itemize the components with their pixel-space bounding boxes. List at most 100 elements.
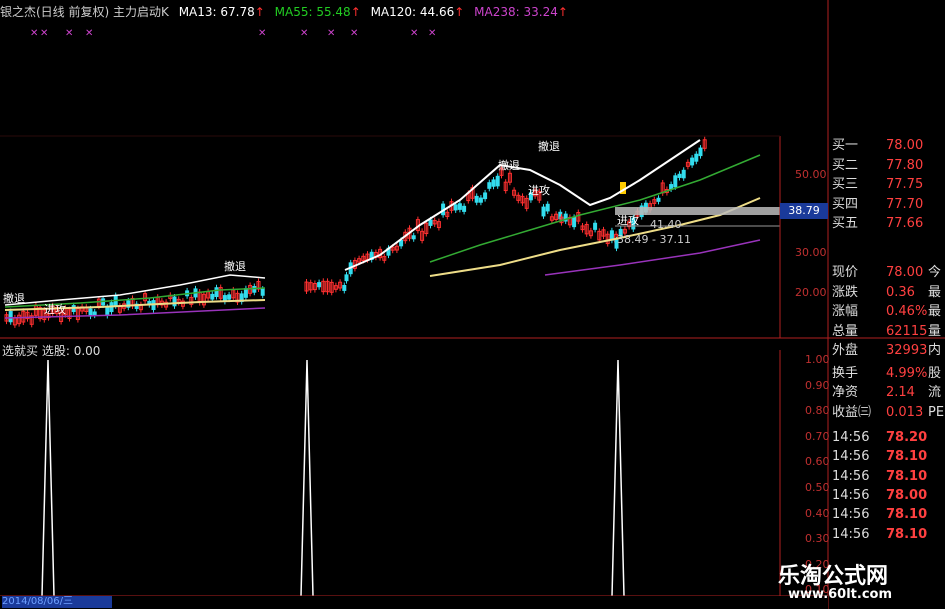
stat-row-label: 换手 xyxy=(832,365,859,381)
stat-row: 总量 62115 量 xyxy=(828,322,945,341)
candle-body xyxy=(572,216,577,228)
candle-body xyxy=(541,206,546,217)
order-book-row: 买二 77.80 xyxy=(828,156,945,175)
stat-row: 外盘 32993 内 xyxy=(828,341,945,360)
candle-body xyxy=(411,235,416,240)
stat-row-extra: 流 xyxy=(928,385,942,400)
candle-body xyxy=(698,147,703,157)
candle-body xyxy=(453,204,458,211)
candle-body xyxy=(669,184,674,190)
up-arrow-icon: ↑ xyxy=(454,5,465,19)
stat-row-value: 0.36 xyxy=(886,284,915,300)
stat-row-extra: PE xyxy=(928,404,945,420)
indicator-value: 选股: 0.00 xyxy=(41,344,101,358)
indicator-axis-label: 0.30 xyxy=(805,532,830,546)
candle-body xyxy=(673,175,678,188)
stat-row-value: 62115 xyxy=(886,323,928,339)
candle-body xyxy=(478,197,483,203)
candle-body xyxy=(681,169,686,179)
candle-body xyxy=(545,203,550,212)
tick-row: 14:56 78.10 xyxy=(828,525,945,544)
signal-marker: ✕ xyxy=(410,28,418,39)
stat-row: 涨跌 0.36 最 xyxy=(828,283,945,302)
stat-row-extra: 今 xyxy=(928,265,942,280)
order-book-row: 买五 77.66 xyxy=(828,214,945,233)
candle-body xyxy=(92,311,97,316)
order-book-row-label: 买三 xyxy=(832,177,859,192)
candle-body xyxy=(105,306,110,316)
stat-row: 换手 4.99% 股 xyxy=(828,364,945,383)
candle-body xyxy=(656,197,661,202)
candle-body xyxy=(483,192,488,200)
tick-row-value: 78.00 xyxy=(886,487,928,503)
watermark-url: www.60lt.com xyxy=(788,587,893,602)
stat-row-label: 涨跌 xyxy=(832,284,859,300)
candle-body xyxy=(243,288,248,298)
stock-chart[interactable]: ✕ ✕ ✕ ✕ ✕ ✕ ✕ ✕ ✕ ✕ xyxy=(0,0,945,609)
stat-row: 涨幅 0.46% 最 xyxy=(828,302,945,321)
price-axis-label: 20.00 xyxy=(795,286,827,299)
candle-body xyxy=(495,175,500,187)
indicator-axis-label: 0.40 xyxy=(805,506,830,520)
indicator-title: 选就买 选股: 0.00 xyxy=(2,342,100,359)
stat-row-extra: 最 xyxy=(928,304,942,319)
order-book-row-label: 买二 xyxy=(832,157,859,173)
candle-body xyxy=(694,153,699,162)
order-book-row-value: 77.80 xyxy=(886,157,924,173)
stat-row-label: 现价 xyxy=(832,265,859,280)
order-book-row-value: 77.70 xyxy=(886,196,924,212)
price-axis-label: 30.00 xyxy=(795,246,827,259)
stat-row-value: 0.46% xyxy=(886,304,928,319)
candle-body xyxy=(487,182,492,189)
date-axis-start: 2014/08/06/三 xyxy=(2,596,112,608)
up-arrow-icon: ↑ xyxy=(350,5,361,19)
stat-row-extra: 股 xyxy=(928,365,942,381)
tick-row-label: 14:56 xyxy=(832,430,870,445)
indicator-axis-label: 0.70 xyxy=(805,429,830,443)
indicator-spike xyxy=(300,359,314,597)
tick-row-label: 14:56 xyxy=(832,449,870,465)
annotation-range: 38.49 - 37.11 xyxy=(617,233,691,246)
candle-body xyxy=(690,157,695,166)
candle-body xyxy=(491,179,496,187)
candle-body xyxy=(172,296,177,307)
ma55-label: MA55: 55.48 xyxy=(274,5,351,19)
ma238-label: MA238: 33.24 xyxy=(474,5,558,19)
candle-body xyxy=(677,173,682,178)
indicator-axis-label: 1.00 xyxy=(805,353,830,366)
stat-row: 净资 2.14 流 xyxy=(828,383,945,402)
stat-row-label: 外盘 xyxy=(832,343,859,358)
order-book-row-label: 买四 xyxy=(832,196,859,212)
stat-row-extra: 内 xyxy=(928,343,942,358)
annotation-withdraw: 撤退 xyxy=(538,140,560,153)
tick-row-label: 14:56 xyxy=(832,507,870,523)
stat-row-extra: 量 xyxy=(928,323,942,339)
stat-row-label: 涨幅 xyxy=(832,304,859,319)
stat-row: 现价 78.00 今 xyxy=(828,263,945,282)
signal-marker: ✕ xyxy=(258,28,266,39)
ma13-label: MA13: 67.78 xyxy=(178,5,255,19)
stat-row: 收益㈢ 0.013 PE xyxy=(828,403,945,422)
candle-body xyxy=(457,203,462,210)
indicator-spike xyxy=(41,359,55,597)
signal-marker: ✕ xyxy=(65,28,73,39)
order-book-row-value: 77.75 xyxy=(886,177,924,192)
stat-row-value: 4.99% xyxy=(886,365,928,381)
ma120-label: MA120: 44.66 xyxy=(370,5,455,19)
order-book-row-value: 78.00 xyxy=(886,138,924,153)
tick-row: 14:56 78.20 xyxy=(828,428,945,447)
up-arrow-icon: ↑ xyxy=(254,5,265,19)
signal-marker: ✕ xyxy=(350,28,358,39)
signal-marker: ✕ xyxy=(30,28,38,39)
current-price-bar xyxy=(615,207,780,215)
chart-header: 银之杰(日线 前复权) 主力启动K MA13: 67.78↑ MA55: 55.… xyxy=(0,3,574,19)
stat-row-extra: 最 xyxy=(928,284,942,300)
signal-marker: ✕ xyxy=(85,28,93,39)
indicator-spikes xyxy=(41,359,625,597)
tick-row-value: 78.10 xyxy=(886,449,928,465)
candle-body xyxy=(214,287,219,298)
candle-body xyxy=(593,222,598,230)
candle-body xyxy=(342,284,347,291)
annotation-enter: 进攻 xyxy=(528,184,550,197)
candle-body xyxy=(317,282,322,288)
